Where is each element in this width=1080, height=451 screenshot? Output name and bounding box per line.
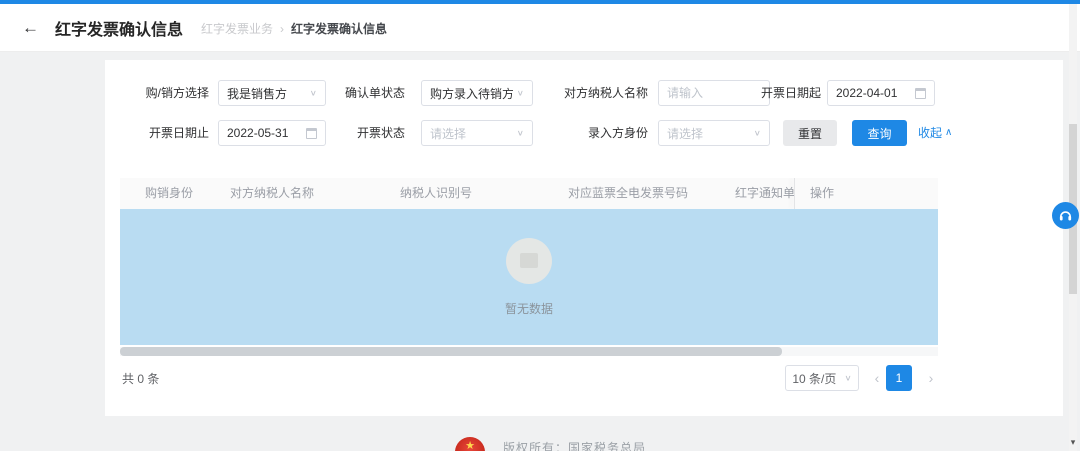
empty-state: 暂无数据	[120, 209, 938, 345]
chevron-up-icon: ∧	[945, 127, 953, 138]
page-size-select[interactable]: 10 条/页 ∨	[785, 365, 859, 391]
calendar-icon	[915, 87, 926, 99]
chevron-down-icon: ∨	[516, 88, 524, 98]
site-footer: ★ 版权所有：国家税务总局	[0, 433, 1080, 451]
page-size-value: 10 条/页	[792, 371, 837, 386]
total-count: 共 0 条	[122, 372, 160, 386]
breadcrumb-separator-icon: ›	[280, 21, 285, 36]
confirm-status-select[interactable]: 购方录入待销方... ∨	[421, 80, 533, 106]
invoice-status-select[interactable]: 请选择 ∨	[421, 120, 533, 146]
empty-data-icon	[506, 237, 552, 284]
national-emblem-icon: ★	[455, 437, 485, 451]
col-taxpayer-id: 纳税人识别号	[400, 186, 473, 200]
col-actions: 操作	[810, 186, 835, 200]
main-card: 购/销方选择 我是销售方 ∨ 确认单状态 购方录入待销方... ∨ 对方纳税人名…	[105, 60, 1063, 416]
app-header: ← 红字发票确认信息 红字发票业务 › 红字发票确认信息	[0, 4, 1080, 52]
invoice-status-label: 开票状态	[356, 126, 405, 140]
entry-party-label: 录入方身份	[587, 126, 648, 140]
back-arrow-icon[interactable]: ←	[22, 19, 39, 36]
counterparty-name-label: 对方纳税人名称	[563, 86, 648, 100]
entry-party-placeholder: 请选择	[667, 126, 704, 141]
col-red-notice-number: 红字通知单编号	[735, 186, 794, 200]
table-body-selection-area[interactable]: 暂无数据	[120, 209, 938, 345]
star-icon: ★	[465, 440, 475, 451]
chevron-down-icon: ∨	[844, 373, 852, 383]
horizontal-scrollbar-thumb[interactable]	[120, 347, 782, 356]
table-header: 购销身份 对方纳税人名称 纳税人识别号 对应蓝票全电发票号码 红字通知单编号 操…	[120, 178, 938, 209]
col-counterparty-name: 对方纳税人名称	[230, 186, 315, 200]
collapse-link[interactable]: 收起 ∧	[918, 120, 952, 146]
col-blue-invoice-number: 对应蓝票全电发票号码	[568, 186, 689, 200]
invoice-date-end-value: 2022-05-31	[227, 126, 289, 140]
query-button[interactable]: 查询	[852, 120, 907, 146]
chevron-down-icon: ∨	[516, 128, 524, 138]
collapse-label: 收起	[918, 126, 943, 140]
horizontal-scrollbar-track[interactable]	[120, 347, 938, 356]
confirm-status-label: 确认单状态	[344, 86, 405, 100]
page-title: 红字发票确认信息	[55, 21, 184, 39]
breadcrumb: 红字发票业务 › 红字发票确认信息	[201, 20, 387, 37]
invoice-status-placeholder: 请选择	[430, 126, 467, 141]
chevron-down-icon: ∨	[753, 128, 761, 138]
pagination-next-icon[interactable]: ›	[923, 365, 939, 391]
buyer-seller-value: 我是销售方	[227, 86, 288, 101]
screen: ← 红字发票确认信息 红字发票业务 › 红字发票确认信息 购/销方选择 我是销售…	[0, 0, 1080, 451]
invoice-date-end-label: 开票日期止	[148, 126, 209, 140]
breadcrumb-parent[interactable]: 红字发票业务	[201, 20, 273, 37]
buyer-seller-label: 购/销方选择	[145, 86, 209, 100]
pagination-prev-icon[interactable]: ‹	[869, 365, 885, 391]
entry-party-select[interactable]: 请选择 ∨	[658, 120, 770, 146]
scrollbar-down-arrow-icon[interactable]: ▾	[1066, 436, 1080, 448]
invoice-date-start-label: 开票日期起	[760, 86, 821, 100]
empty-text: 暂无数据	[504, 301, 553, 316]
breadcrumb-current: 红字发票确认信息	[291, 22, 388, 36]
invoice-date-start-picker[interactable]: 2022-04-01	[827, 80, 935, 106]
confirm-status-value: 购方录入待销方...	[430, 86, 513, 101]
headset-icon	[1058, 208, 1073, 223]
pagination-page-1[interactable]: 1	[886, 365, 912, 391]
col-buyer-seller-identity: 购销身份	[145, 186, 194, 200]
help-float-button[interactable]	[1052, 202, 1079, 229]
copyright-text: 版权所有：国家税务总局	[503, 441, 647, 451]
invoice-date-start-value: 2022-04-01	[836, 86, 898, 100]
fixed-column-divider	[794, 178, 795, 209]
reset-button[interactable]: 重置	[783, 120, 837, 146]
